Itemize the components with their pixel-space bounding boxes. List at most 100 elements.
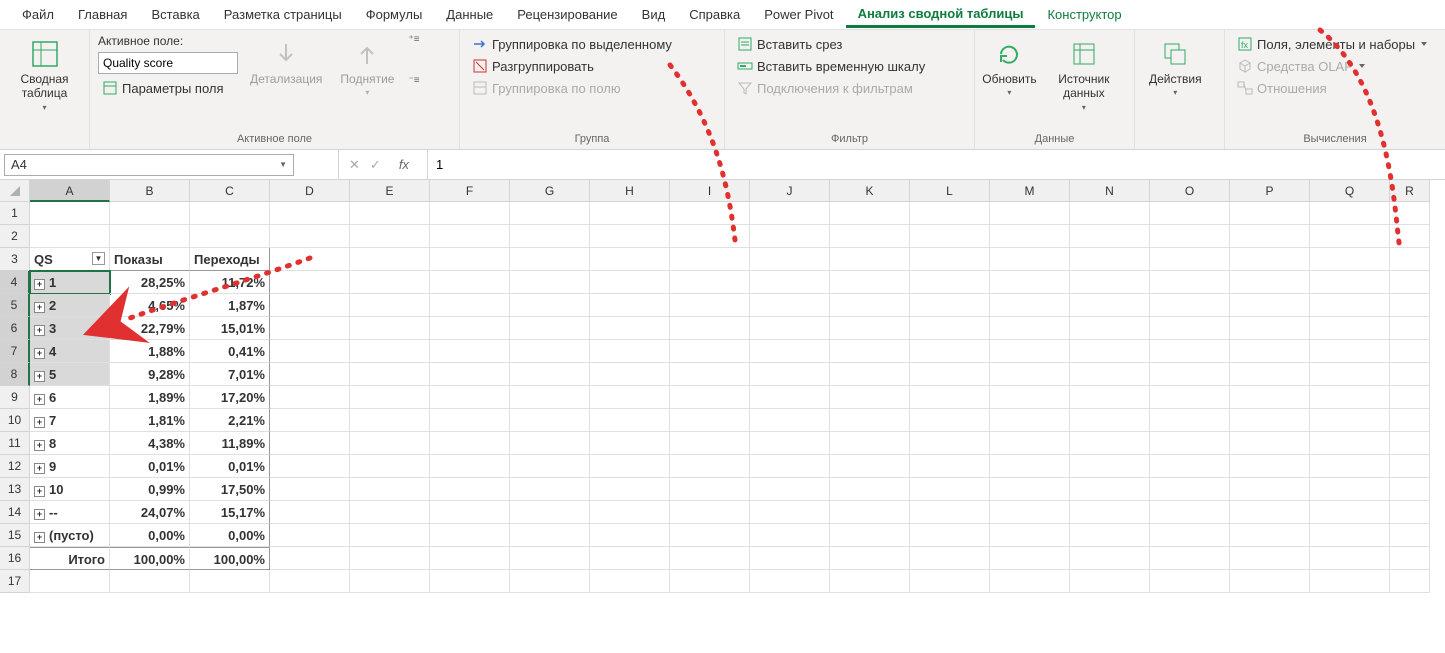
filter-dropdown-icon[interactable]: ▼	[92, 252, 105, 265]
cell-I1[interactable]	[670, 202, 750, 225]
cell-D3[interactable]	[270, 248, 350, 271]
cell-A9[interactable]: +6	[30, 386, 110, 409]
cell-N7[interactable]	[1070, 340, 1150, 363]
cell-O2[interactable]	[1150, 225, 1230, 248]
cell-P6[interactable]	[1230, 317, 1310, 340]
col-header-E[interactable]: E	[350, 180, 430, 202]
cell-I5[interactable]	[670, 294, 750, 317]
cell-O7[interactable]	[1150, 340, 1230, 363]
menu-insert[interactable]: Вставка	[139, 3, 211, 26]
col-header-K[interactable]: K	[830, 180, 910, 202]
cell-G8[interactable]	[510, 363, 590, 386]
cell-K14[interactable]	[830, 501, 910, 524]
cell-I14[interactable]	[670, 501, 750, 524]
cell-E3[interactable]	[350, 248, 430, 271]
cell-Q5[interactable]	[1310, 294, 1390, 317]
cell-M10[interactable]	[990, 409, 1070, 432]
col-header-D[interactable]: D	[270, 180, 350, 202]
cell-G11[interactable]	[510, 432, 590, 455]
cell-K15[interactable]	[830, 524, 910, 547]
cell-G6[interactable]	[510, 317, 590, 340]
cell-C7[interactable]: 0,41%	[190, 340, 270, 363]
cell-P11[interactable]	[1230, 432, 1310, 455]
cell-J16[interactable]	[750, 547, 830, 570]
cell-M2[interactable]	[990, 225, 1070, 248]
cell-K1[interactable]	[830, 202, 910, 225]
cell-E15[interactable]	[350, 524, 430, 547]
menu-help[interactable]: Справка	[677, 3, 752, 26]
cell-P13[interactable]	[1230, 478, 1310, 501]
cell-Q13[interactable]	[1310, 478, 1390, 501]
cell-D13[interactable]	[270, 478, 350, 501]
cell-A7[interactable]: +4	[30, 340, 110, 363]
cell-J13[interactable]	[750, 478, 830, 501]
cell-B1[interactable]	[110, 202, 190, 225]
cancel-formula-button[interactable]: ✕	[349, 157, 360, 173]
cell-N6[interactable]	[1070, 317, 1150, 340]
cell-B9[interactable]: 1,89%	[110, 386, 190, 409]
cell-N16[interactable]	[1070, 547, 1150, 570]
cell-L11[interactable]	[910, 432, 990, 455]
cell-G3[interactable]	[510, 248, 590, 271]
cell-Q1[interactable]	[1310, 202, 1390, 225]
cell-C2[interactable]	[190, 225, 270, 248]
cell-E14[interactable]	[350, 501, 430, 524]
cell-H15[interactable]	[590, 524, 670, 547]
cell-H13[interactable]	[590, 478, 670, 501]
refresh-button[interactable]: Обновить ▾	[983, 34, 1036, 101]
cell-P4[interactable]	[1230, 271, 1310, 294]
cell-J17[interactable]	[750, 570, 830, 593]
cell-H9[interactable]	[590, 386, 670, 409]
cell-G9[interactable]	[510, 386, 590, 409]
cell-B12[interactable]: 0,01%	[110, 455, 190, 478]
cell-J3[interactable]	[750, 248, 830, 271]
cell-K10[interactable]	[830, 409, 910, 432]
cell-A1[interactable]	[30, 202, 110, 225]
cell-O5[interactable]	[1150, 294, 1230, 317]
cell-A6[interactable]: +3	[30, 317, 110, 340]
col-header-M[interactable]: M	[990, 180, 1070, 202]
col-header-O[interactable]: O	[1150, 180, 1230, 202]
cell-N17[interactable]	[1070, 570, 1150, 593]
cell-D9[interactable]	[270, 386, 350, 409]
cell-R13[interactable]	[1390, 478, 1430, 501]
col-header-G[interactable]: G	[510, 180, 590, 202]
cell-C8[interactable]: 7,01%	[190, 363, 270, 386]
cell-B15[interactable]: 0,00%	[110, 524, 190, 547]
fields-items-button[interactable]: fx Поля, элементы и наборы	[1233, 34, 1431, 54]
group-selection-button[interactable]: Группировка по выделенному	[468, 34, 676, 54]
cell-M6[interactable]	[990, 317, 1070, 340]
cell-I16[interactable]	[670, 547, 750, 570]
cell-N9[interactable]	[1070, 386, 1150, 409]
cell-A2[interactable]	[30, 225, 110, 248]
expand-icon[interactable]: +	[34, 279, 45, 290]
cell-E8[interactable]	[350, 363, 430, 386]
cell-O13[interactable]	[1150, 478, 1230, 501]
cell-Q15[interactable]	[1310, 524, 1390, 547]
cell-O6[interactable]	[1150, 317, 1230, 340]
cell-D4[interactable]	[270, 271, 350, 294]
expand-icon[interactable]: +	[34, 348, 45, 359]
col-header-P[interactable]: P	[1230, 180, 1310, 202]
cell-K11[interactable]	[830, 432, 910, 455]
col-header-F[interactable]: F	[430, 180, 510, 202]
cell-H2[interactable]	[590, 225, 670, 248]
drillup-button[interactable]: Поднятие ▾	[334, 34, 400, 101]
cell-L17[interactable]	[910, 570, 990, 593]
cell-H6[interactable]	[590, 317, 670, 340]
cell-D11[interactable]	[270, 432, 350, 455]
cell-H12[interactable]	[590, 455, 670, 478]
cell-O4[interactable]	[1150, 271, 1230, 294]
cell-L7[interactable]	[910, 340, 990, 363]
cell-B10[interactable]: 1,81%	[110, 409, 190, 432]
cell-G1[interactable]	[510, 202, 590, 225]
cell-M7[interactable]	[990, 340, 1070, 363]
cell-R17[interactable]	[1390, 570, 1430, 593]
cell-F13[interactable]	[430, 478, 510, 501]
cell-A14[interactable]: +--	[30, 501, 110, 524]
cell-F15[interactable]	[430, 524, 510, 547]
cell-Q7[interactable]	[1310, 340, 1390, 363]
ungroup-button[interactable]: Разгруппировать	[468, 56, 676, 76]
expand-icon[interactable]: +	[34, 509, 45, 520]
cell-B5[interactable]: 4,65%	[110, 294, 190, 317]
